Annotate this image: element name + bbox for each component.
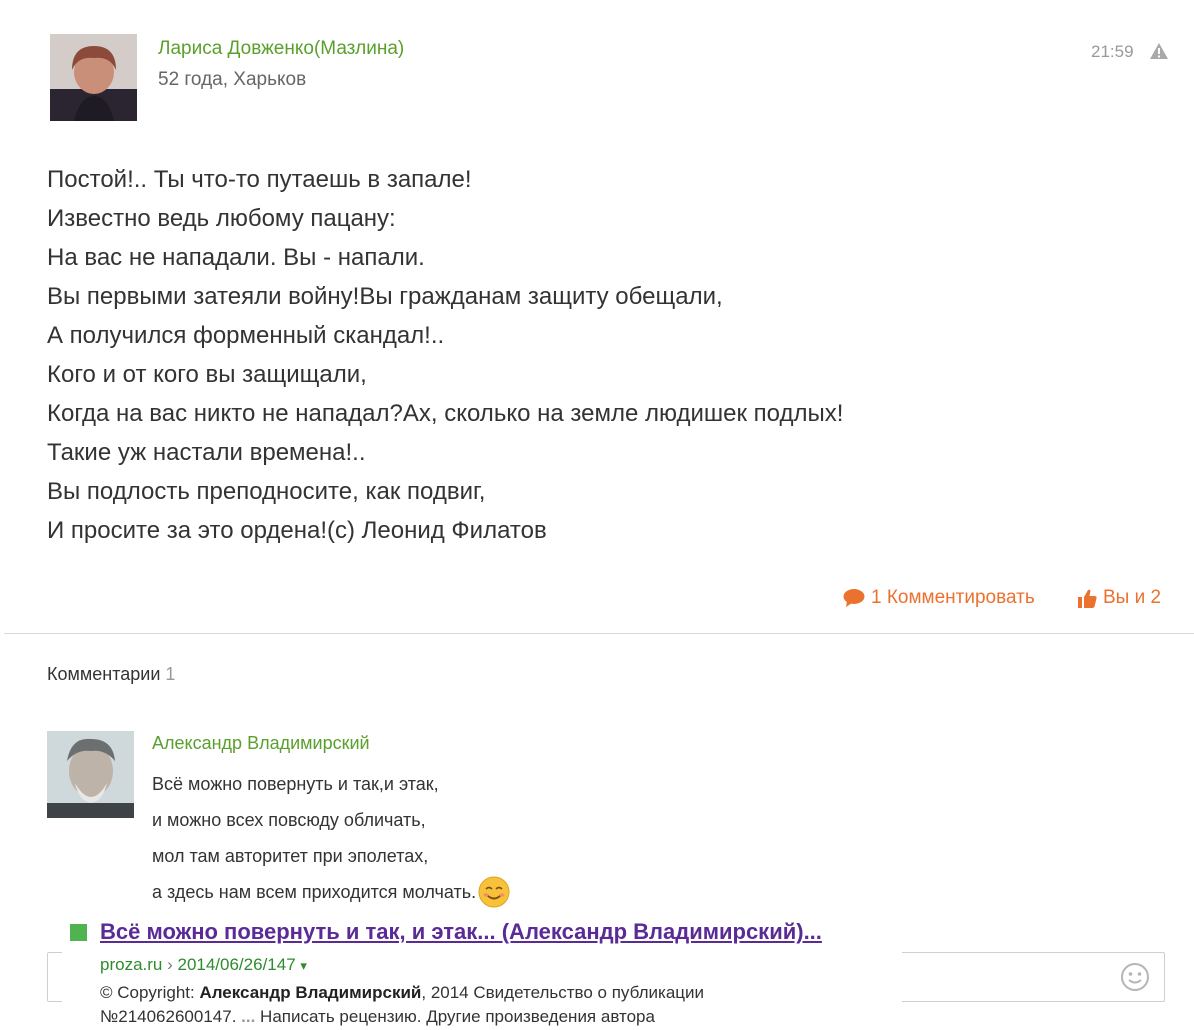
snippet-line2-rest: Написать рецензию. Другие произведения а… (255, 1007, 655, 1026)
comment-author-avatar[interactable] (47, 731, 134, 818)
comment-button[interactable]: 1 Комментировать (843, 587, 1035, 609)
snippet-copyright-rest: , 2014 Свидетельство о публикации (421, 983, 704, 1002)
comment-line: а здесь нам всем приходится молчать. (152, 874, 510, 910)
poem-line: И просите за это ордена!(с) Леонид Филат… (47, 517, 547, 544)
comments-heading: Комментарии 1 (47, 664, 175, 685)
snippet-url-arrow[interactable]: ▾ (300, 958, 307, 973)
comment-button-label: 1 Комментировать (871, 587, 1035, 608)
poem-line: Постой!.. Ты что-то путаешь в запале! (47, 166, 472, 193)
snippet-title-link[interactable]: Всё можно повернуть и так, и этак... (Ал… (100, 919, 822, 945)
comments-heading-label: Комментарии (47, 664, 161, 684)
comment-line-text: Всё можно повернуть и так,и этак, (152, 774, 439, 794)
poem-line: Вы первыми затеяли войну!Вы гражданам за… (47, 283, 723, 310)
poem-line: Вы подлость преподносите, как подвиг, (47, 478, 486, 505)
comment-line: и можно всех повсюду обличать, (152, 802, 510, 838)
comment-author-name[interactable]: Александр Владимирский (152, 733, 370, 754)
snippet-number: №214062600147. (100, 1007, 242, 1026)
poem-line: Когда на вас никто не нападал?Ах, скольк… (47, 400, 844, 427)
speech-bubble-icon (843, 589, 865, 607)
thumbs-up-icon (1078, 589, 1097, 608)
poem-line: Известно ведь любому пацану: (47, 205, 396, 232)
comment-line: Всё можно повернуть и так,и этак, (152, 766, 510, 802)
smiley-icon[interactable] (1120, 962, 1150, 992)
comment-line-text: а здесь нам всем приходится молчать. (152, 882, 477, 902)
snippet-url-domain: proza.ru (100, 955, 163, 974)
poem-line: Такие уж настали времена!.. (47, 439, 366, 466)
like-button-label: Вы и 2 (1103, 587, 1162, 608)
post-time: 21:59 (1091, 42, 1134, 61)
snippet-url[interactable]: proza.ru › 2014/06/26/147 ▾ (100, 955, 307, 975)
comment-line: мол там авторитет при эполетах, (152, 838, 510, 874)
snippet-url-separator: › (162, 955, 178, 974)
post-author-meta: 52 года, Харьков (158, 69, 307, 90)
comment-line-text: и можно всех повсюду обличать, (152, 810, 426, 830)
post-text: Постой!.. Ты что-то путаешь в запале! Из… (47, 160, 1147, 550)
smile-emoji-icon (478, 876, 510, 908)
warning-icon[interactable] (1149, 42, 1169, 60)
poem-line: Кого и от кого вы защищали, (47, 361, 367, 388)
divider (4, 633, 1194, 634)
poem-line: На вас не нападали. Вы - напали. (47, 244, 425, 271)
snippet-copyright-author: Александр Владимирский (199, 983, 422, 1002)
like-button[interactable]: Вы и 2 (1077, 587, 1161, 609)
site-favicon (70, 924, 87, 941)
snippet-copyright-label: © Copyright: (100, 983, 200, 1002)
snippet-text: © Copyright: Александр Владимирский, 201… (100, 981, 860, 1029)
snippet-ellipsis: ... (241, 1007, 256, 1026)
comment-text: Всё можно повернуть и так,и этак, и можн… (152, 766, 510, 910)
post-author-name[interactable]: Лариса Довженко(Мазлина) (158, 38, 404, 60)
snippet-url-path: 2014/06/26/147 (177, 955, 296, 974)
comment-line-text: мол там авторитет при эполетах, (152, 846, 429, 866)
comments-count: 1 (165, 664, 176, 684)
poem-line: А получился форменный скандал!.. (47, 322, 445, 349)
author-avatar[interactable] (50, 34, 137, 121)
